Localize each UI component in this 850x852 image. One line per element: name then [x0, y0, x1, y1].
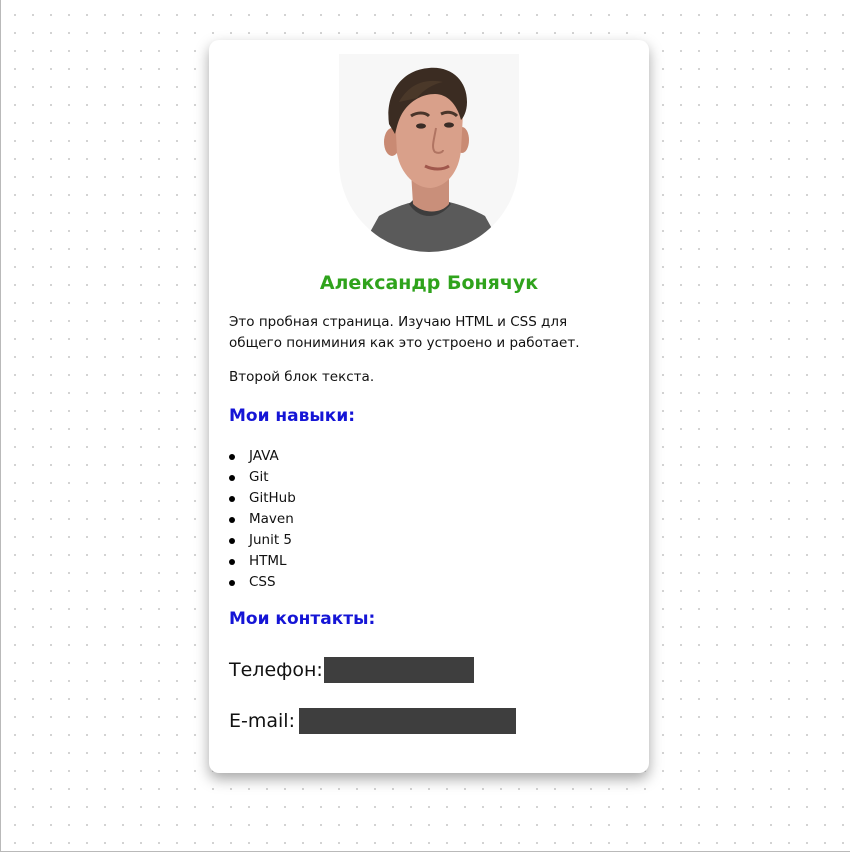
skill-label: GitHub: [249, 490, 296, 506]
list-item: GitHub: [229, 488, 296, 509]
phone-row: Телефон:: [229, 656, 474, 683]
email-redacted-value: [298, 707, 516, 734]
list-item: CSS: [229, 572, 296, 593]
bullet-icon: [229, 454, 235, 460]
phone-redacted-value: [323, 656, 474, 683]
list-item: Junit 5: [229, 530, 296, 551]
bullet-icon: [229, 496, 235, 502]
intro-paragraph: Это пробная страница. Изучаю HTML и CSS …: [229, 314, 580, 351]
email-label: E-mail:: [229, 709, 295, 732]
avatar-photo: [339, 54, 519, 252]
email-row: E-mail:: [229, 707, 516, 734]
list-item: JAVA: [229, 446, 296, 467]
skills-heading: Мои навыки:: [229, 406, 356, 426]
bullet-icon: [229, 517, 235, 523]
skill-label: Git: [249, 469, 269, 485]
profile-name: Александр Бонячук: [319, 272, 539, 294]
list-item: HTML: [229, 551, 296, 572]
bullet-icon: [229, 580, 235, 586]
list-item: Maven: [229, 509, 296, 530]
skill-label: Junit 5: [249, 532, 293, 548]
skill-label: Maven: [249, 511, 294, 527]
profile-card: Александр Бонячук Это пробная страница. …: [209, 40, 649, 773]
list-item: Git: [229, 467, 296, 488]
skill-label: CSS: [249, 574, 276, 590]
bullet-icon: [229, 538, 235, 544]
bullet-icon: [229, 475, 235, 481]
phone-label: Телефон:: [229, 658, 323, 681]
bullet-icon: [229, 559, 235, 565]
skill-label: JAVA: [249, 448, 279, 464]
skill-label: HTML: [249, 553, 287, 569]
second-paragraph: Второй блок текста.: [229, 369, 375, 385]
skills-list: JAVA Git GitHub Maven Junit 5 HTML CSS: [229, 446, 296, 593]
contacts-heading: Мои контакты:: [229, 609, 376, 629]
avatar: [339, 54, 519, 252]
